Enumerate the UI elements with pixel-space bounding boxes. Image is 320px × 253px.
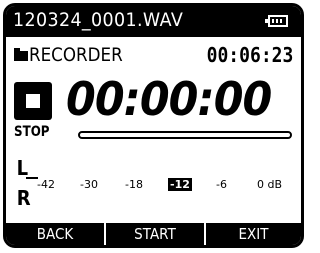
softkey-bar: BACK START EXIT xyxy=(6,223,301,245)
elapsed-time: 00:00:00 xyxy=(66,72,272,126)
meter-tick-42: -42 xyxy=(37,178,55,191)
total-time: 00:06:23 xyxy=(206,43,293,67)
status-label: STOP xyxy=(14,124,50,140)
recorder-screen: 120324_0001.WAV RECORDER 00:06:23 STOP 0… xyxy=(3,3,304,248)
meter-tick-0db: 0 dB xyxy=(257,178,283,191)
file-name: 120324_0001.WAV xyxy=(13,9,184,31)
mode-row: RECORDER 00:06:23 xyxy=(6,42,301,68)
exit-button[interactable]: EXIT xyxy=(211,223,297,245)
mode-label: RECORDER xyxy=(29,44,123,66)
start-button[interactable]: START xyxy=(111,223,199,245)
softkey-divider xyxy=(104,223,106,245)
right-channel-label: R xyxy=(16,186,31,210)
title-bar: 120324_0001.WAV xyxy=(6,6,301,37)
stop-icon xyxy=(14,82,52,120)
back-button[interactable]: BACK xyxy=(11,223,99,245)
meter-tick-18: -18 xyxy=(125,178,143,191)
meter-tick-12-peak: -12 xyxy=(168,178,192,191)
meter-tick-6: -6 xyxy=(216,178,227,191)
meter-tick-30: -30 xyxy=(80,178,98,191)
folder-icon xyxy=(14,48,28,61)
progress-bar xyxy=(78,131,292,139)
battery-icon xyxy=(265,15,288,27)
softkey-divider xyxy=(204,223,206,245)
